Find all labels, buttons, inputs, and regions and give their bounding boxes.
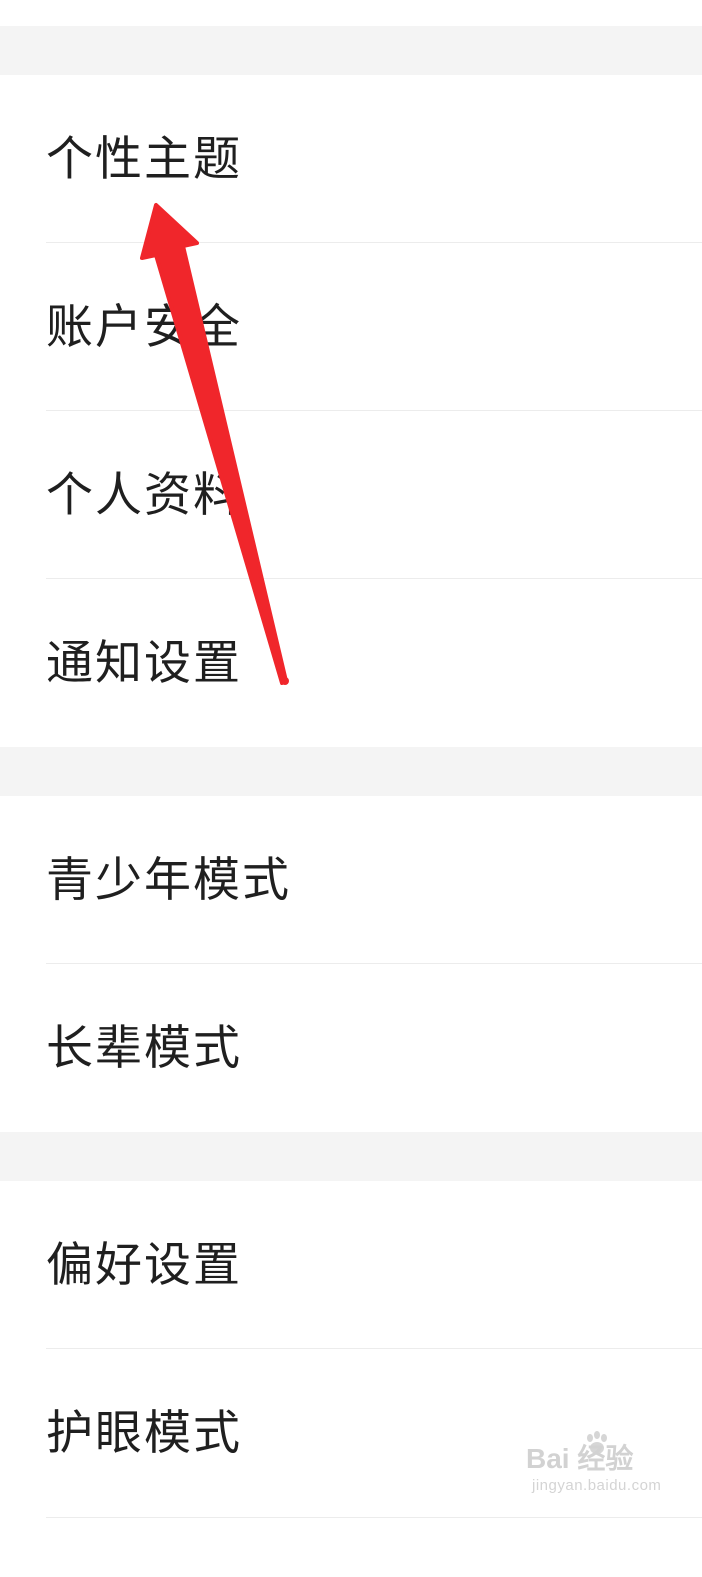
settings-item-teen-mode[interactable]: 青少年模式	[0, 796, 702, 964]
settings-item-label: 账户安全	[46, 299, 242, 355]
settings-item-personal-theme[interactable]: 个性主题	[0, 75, 702, 243]
settings-item-profile[interactable]: 个人资料	[0, 411, 702, 579]
settings-item-label: 青少年模式	[46, 852, 291, 908]
section-divider	[0, 26, 702, 75]
top-spacer	[0, 0, 702, 26]
settings-item-preferences[interactable]: 偏好设置	[0, 1181, 702, 1349]
bottom-spacer	[0, 1517, 702, 1577]
settings-item-elder-mode[interactable]: 长辈模式	[0, 964, 702, 1132]
settings-item-label: 通知设置	[46, 635, 242, 691]
settings-group-preferences: 偏好设置 护眼模式	[0, 1181, 702, 1577]
section-divider	[0, 1132, 702, 1181]
settings-group-account: 个性主题 账户安全 个人资料 通知设置	[0, 75, 702, 747]
section-divider	[0, 747, 702, 796]
settings-item-label: 长辈模式	[46, 1020, 242, 1076]
settings-group-modes: 青少年模式 长辈模式	[0, 796, 702, 1132]
settings-item-eye-care[interactable]: 护眼模式	[0, 1349, 702, 1517]
settings-item-label: 护眼模式	[46, 1405, 242, 1461]
settings-item-account-security[interactable]: 账户安全	[0, 243, 702, 411]
settings-item-notification[interactable]: 通知设置	[0, 579, 702, 747]
settings-item-label: 偏好设置	[46, 1237, 242, 1293]
settings-item-label: 个人资料	[46, 467, 242, 523]
settings-item-label: 个性主题	[46, 131, 242, 187]
